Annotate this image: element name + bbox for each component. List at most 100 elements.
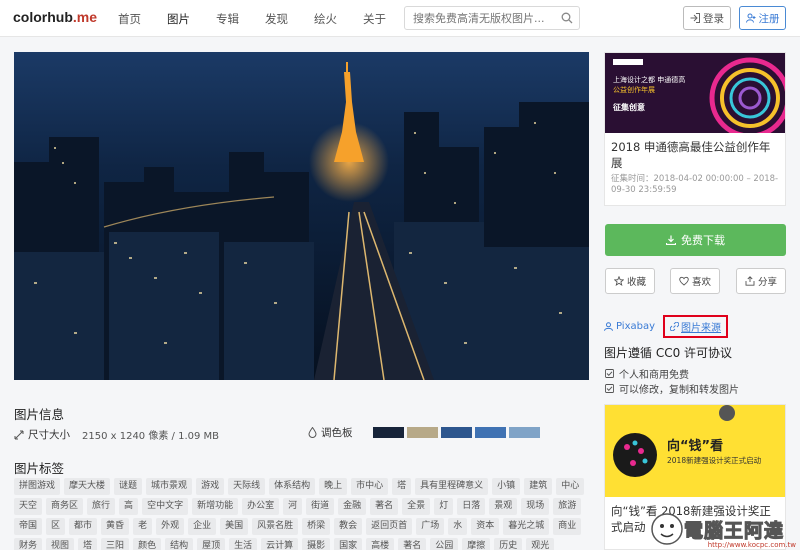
tag-item[interactable]: 老 xyxy=(133,518,153,535)
tag-item[interactable]: 空中文字 xyxy=(142,498,189,515)
tag-item[interactable]: 云计算 xyxy=(261,538,299,550)
tag-item[interactable]: 水 xyxy=(448,518,468,535)
license-item: 可以修改，复制和转发图片 xyxy=(605,381,739,396)
image-info-heading: 图片信息 xyxy=(14,407,65,422)
tag-item[interactable]: 桥梁 xyxy=(302,518,331,535)
search-input[interactable] xyxy=(405,7,555,29)
tag-item[interactable]: 灯 xyxy=(434,498,454,515)
tag-item[interactable]: 商务区 xyxy=(46,498,84,515)
tag-item[interactable]: 建筑 xyxy=(524,478,553,495)
nav-discover[interactable]: 发现 xyxy=(265,0,288,37)
tag-item[interactable]: 街道 xyxy=(306,498,335,515)
tag-item[interactable]: 全景 xyxy=(402,498,431,515)
tag-item[interactable]: 历史 xyxy=(494,538,523,550)
nav-albums[interactable]: 专辑 xyxy=(216,0,239,37)
tag-item[interactable]: 企业 xyxy=(188,518,217,535)
source-row: Pixabay 图片来源 xyxy=(604,315,729,338)
tag-item[interactable]: 景观 xyxy=(489,498,518,515)
license-item: 个人和商用免费 xyxy=(605,366,689,381)
checkbox-checked-icon xyxy=(605,369,614,378)
image-source-link[interactable]: 图片来源 xyxy=(663,315,729,338)
download-icon xyxy=(666,235,676,245)
collect-button[interactable]: 收藏 xyxy=(605,268,655,294)
palette-swatch[interactable] xyxy=(406,427,438,438)
tag-item[interactable]: 美国 xyxy=(220,518,249,535)
share-button[interactable]: 分享 xyxy=(736,268,786,294)
tag-item[interactable]: 著名 xyxy=(370,498,399,515)
tag-item[interactable]: 黄昏 xyxy=(101,518,130,535)
tag-item[interactable]: 资本 xyxy=(471,518,500,535)
tag-item[interactable]: 办公室 xyxy=(242,498,280,515)
tag-item[interactable]: 摩擦 xyxy=(462,538,491,550)
main-photo[interactable] xyxy=(14,52,589,380)
tag-item[interactable]: 三阳 xyxy=(101,538,130,550)
promo-card[interactable]: 上海设计之都 申通德高 公益创作年展 征集创意 2018 申通德高最佳公益创作年… xyxy=(604,52,786,206)
tag-item[interactable]: 城市景观 xyxy=(146,478,193,495)
tag-item[interactable]: 新增功能 xyxy=(192,498,239,515)
tag-item[interactable]: 摄影 xyxy=(302,538,331,550)
tag-item[interactable]: 游戏 xyxy=(196,478,225,495)
tag-item[interactable]: 天际线 xyxy=(228,478,266,495)
tag-item[interactable]: 返回页首 xyxy=(366,518,413,535)
tag-item[interactable]: 河 xyxy=(283,498,303,515)
tag-item[interactable]: 日落 xyxy=(457,498,486,515)
register-button[interactable]: 注册 xyxy=(739,6,786,30)
login-button[interactable]: 登录 xyxy=(683,6,731,30)
tag-item[interactable]: 国家 xyxy=(334,538,363,550)
tag-item[interactable]: 结构 xyxy=(165,538,194,550)
tag-item[interactable]: 现场 xyxy=(521,498,550,515)
share-icon xyxy=(745,276,755,286)
tag-item[interactable]: 著名 xyxy=(398,538,427,550)
tag-item[interactable]: 财务 xyxy=(14,538,43,550)
nav-about[interactable]: 关于 xyxy=(363,0,386,37)
tag-item[interactable]: 体系结构 xyxy=(269,478,316,495)
tag-item[interactable]: 晚上 xyxy=(319,478,348,495)
tag-item[interactable]: 塔 xyxy=(78,538,98,550)
tag-item[interactable]: 风景名胜 xyxy=(252,518,299,535)
tag-item[interactable]: 商业 xyxy=(553,518,582,535)
palette-swatch[interactable] xyxy=(372,427,404,438)
tag-item[interactable]: 市中心 xyxy=(351,478,389,495)
tag-item[interactable]: 公园 xyxy=(430,538,459,550)
tag-item[interactable]: 旅行 xyxy=(87,498,116,515)
tag-item[interactable]: 中心 xyxy=(556,478,585,495)
palette-swatch[interactable] xyxy=(474,427,506,438)
palette-swatch[interactable] xyxy=(508,427,540,438)
tag-item[interactable]: 帝国 xyxy=(14,518,43,535)
tag-item[interactable]: 生活 xyxy=(229,538,258,550)
author-link[interactable]: Pixabay xyxy=(604,321,655,332)
mascot-icon xyxy=(651,513,683,545)
tag-item[interactable]: 谜题 xyxy=(114,478,143,495)
palette-swatch[interactable] xyxy=(440,427,472,438)
search-icon[interactable] xyxy=(561,12,573,24)
tag-item[interactable]: 区 xyxy=(46,518,66,535)
tag-item[interactable]: 教会 xyxy=(334,518,363,535)
tag-item[interactable]: 高楼 xyxy=(366,538,395,550)
nav-huihuo[interactable]: 绘火 xyxy=(314,0,337,37)
tag-item[interactable]: 屋顶 xyxy=(197,538,226,550)
main-nav: 首页 图片 专辑 发现 绘火 关于 xyxy=(118,0,412,37)
nav-home[interactable]: 首页 xyxy=(118,0,141,37)
tag-item[interactable]: 具有里程碑意义 xyxy=(415,478,489,495)
tag-item[interactable]: 高 xyxy=(119,498,139,515)
tag-item[interactable]: 颜色 xyxy=(133,538,162,550)
tag-item[interactable]: 暮光之城 xyxy=(503,518,550,535)
nav-images[interactable]: 图片 xyxy=(167,0,190,37)
like-button[interactable]: 喜欢 xyxy=(670,268,720,294)
free-download-button[interactable]: 免费下载 xyxy=(605,224,786,256)
promo-time: 征集时间：2018-04-02 00:00:00 – 2018-09-30 23… xyxy=(611,174,779,195)
tag-item[interactable]: 塔 xyxy=(392,478,412,495)
tag-item[interactable]: 视图 xyxy=(46,538,75,550)
site-logo[interactable]: colorhub.me xyxy=(13,9,97,25)
tag-item[interactable]: 广场 xyxy=(416,518,445,535)
tag-item[interactable]: 小镇 xyxy=(492,478,521,495)
tag-item[interactable]: 外观 xyxy=(156,518,185,535)
tag-item[interactable]: 天空 xyxy=(14,498,43,515)
tag-item[interactable]: 金融 xyxy=(338,498,367,515)
tag-item[interactable]: 都市 xyxy=(69,518,98,535)
tag-item[interactable]: 摩天大楼 xyxy=(64,478,111,495)
promo-title[interactable]: 2018 申通德高最佳公益创作年展 xyxy=(605,133,785,171)
tag-item[interactable]: 旅游 xyxy=(553,498,582,515)
tag-item[interactable]: 拼图游戏 xyxy=(14,478,61,495)
tag-item[interactable]: 观光 xyxy=(526,538,555,550)
